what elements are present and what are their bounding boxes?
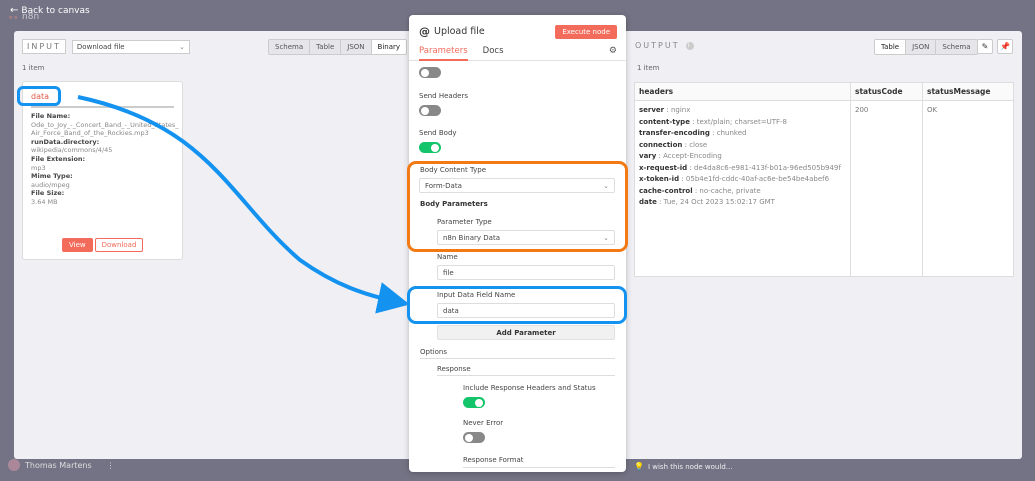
annotation-arrow: [77, 95, 410, 314]
